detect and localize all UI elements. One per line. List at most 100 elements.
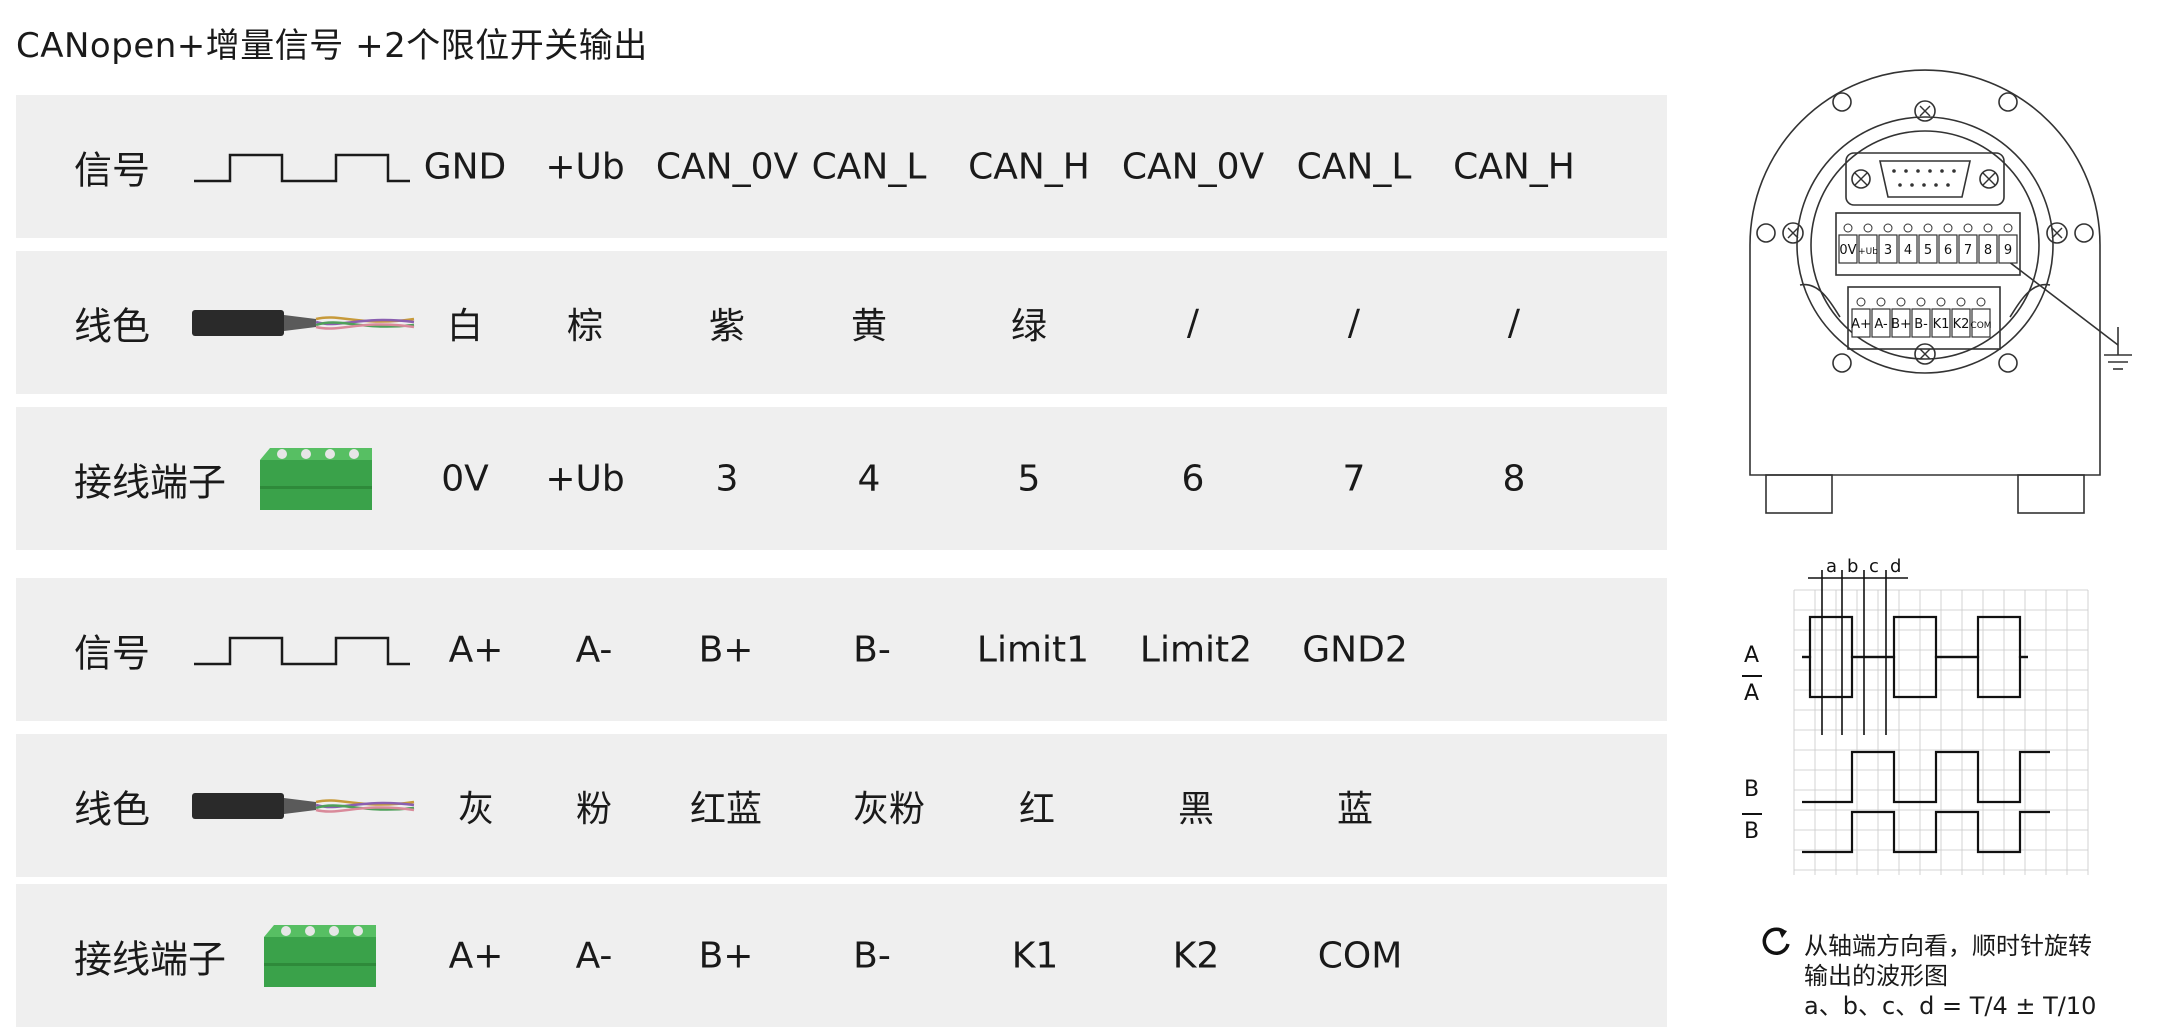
table2-row-wire-color: 线色 灰 粉 红蓝 灰粉 红 黑 蓝 bbox=[16, 734, 1667, 877]
terminal-label: 5 bbox=[1924, 243, 1932, 258]
row-label: 线色 bbox=[74, 304, 151, 348]
terminal-pin: A+ bbox=[1851, 297, 1871, 338]
terminal-pin: +Ub bbox=[1858, 223, 1878, 264]
table-cell: 7 bbox=[1342, 458, 1366, 499]
page-title: CANopen+增量信号 +2个限位开关输出 bbox=[16, 26, 648, 66]
terminal-pin: 0V bbox=[1838, 223, 1858, 264]
terminal-strip-top: 0V +Ub 3 4 5 6 7 8 9 bbox=[1838, 223, 2018, 264]
table2-row-signal: 信号 A+ A- B+ B- Limit1 Limit2 GND2 bbox=[16, 578, 1667, 721]
table-cell: 0V bbox=[441, 458, 489, 499]
table-cell: CAN_L bbox=[1296, 146, 1412, 187]
encoder-connector-drawing: 0V +Ub 3 4 5 6 7 8 9 A+ A- B+ B- K1 K2 COM bbox=[1749, 69, 2132, 514]
cable-icon bbox=[192, 792, 415, 819]
table-cell: K2 bbox=[1172, 935, 1220, 976]
table-cell: CAN_H bbox=[968, 146, 1090, 187]
table-cell: 绿 bbox=[1010, 305, 1048, 347]
terminal-pin: COM bbox=[1970, 297, 1992, 338]
terminal-block-icon bbox=[264, 924, 376, 987]
terminal-pin: 5 bbox=[1918, 223, 1938, 264]
phase-label: d bbox=[1890, 556, 1901, 577]
table-cell: B+ bbox=[698, 629, 754, 670]
phase-label: c bbox=[1869, 556, 1879, 577]
table-cell: A- bbox=[575, 629, 613, 670]
channel-label-a: A bbox=[1744, 643, 1759, 668]
terminal-strip-bottom: A+ A- B+ B- K1 K2 COM bbox=[1851, 297, 1992, 338]
channel-label-b-inverted: B bbox=[1744, 819, 1759, 844]
terminal-pin: K1 bbox=[1931, 297, 1951, 338]
table-cell: 紫 bbox=[708, 305, 746, 347]
table1-row-wire-color: 线色 白 棕 紫 黄 绿 / / / bbox=[16, 251, 1667, 394]
table-cell: CAN_H bbox=[1453, 146, 1575, 187]
terminal-pin: 7 bbox=[1958, 223, 1978, 264]
table-cell: / bbox=[1186, 302, 1200, 343]
table-cell: 8 bbox=[1502, 458, 1526, 499]
table-cell: / bbox=[1507, 302, 1521, 343]
terminal-label: K2 bbox=[1953, 317, 1970, 332]
terminal-label: +Ub bbox=[1858, 247, 1878, 257]
table-cell: 蓝 bbox=[1336, 788, 1374, 830]
table-cell: B- bbox=[853, 935, 891, 976]
terminal-label: 3 bbox=[1884, 243, 1892, 258]
terminal-pin: 6 bbox=[1938, 223, 1958, 264]
table-cell: 棕 bbox=[566, 305, 604, 347]
terminal-label: COM bbox=[1970, 321, 1991, 331]
square-wave-icon bbox=[194, 153, 410, 182]
table-cell: 6 bbox=[1181, 458, 1205, 499]
terminal-pin: 8 bbox=[1978, 223, 1998, 264]
terminal-label: B- bbox=[1914, 317, 1928, 332]
table-cell: CAN_0V bbox=[655, 146, 799, 187]
row-label: 线色 bbox=[74, 787, 151, 831]
terminal-pin: B- bbox=[1911, 297, 1931, 338]
table-cell: 黄 bbox=[850, 305, 888, 347]
table-cell: 黑 bbox=[1177, 788, 1215, 830]
terminal-label: 7 bbox=[1964, 243, 1972, 258]
table-cell: GND bbox=[423, 146, 507, 187]
terminal-pin: 3 bbox=[1878, 223, 1898, 264]
phase-label: b bbox=[1847, 556, 1858, 577]
terminal-label: 0V bbox=[1839, 243, 1856, 258]
terminal-pin: A- bbox=[1871, 297, 1891, 338]
table-cell: K1 bbox=[1011, 935, 1059, 976]
table-cell: +Ub bbox=[545, 146, 625, 187]
table-cell: B- bbox=[853, 629, 891, 670]
channel-label-a-inverted: A bbox=[1744, 681, 1759, 706]
table1-row-signal: 信号 GND +Ub CAN_0V CAN_L CAN_H CAN_0V CAN… bbox=[16, 95, 1667, 238]
terminal-label: B+ bbox=[1891, 317, 1911, 332]
table-cell: GND2 bbox=[1302, 629, 1408, 670]
wave-b bbox=[1802, 750, 2050, 804]
table-cell: 粉 bbox=[575, 788, 613, 830]
terminal-pin: 4 bbox=[1898, 223, 1918, 264]
terminal-label: 8 bbox=[1984, 243, 1992, 258]
table2-row-terminal: 接线端子 A+ A- B+ B- K1 K2 COM bbox=[16, 884, 1667, 1027]
table-cell: Limit1 bbox=[976, 629, 1090, 670]
table-cell: 灰粉 bbox=[852, 788, 926, 830]
table-cell: B+ bbox=[698, 935, 754, 976]
table1-row-terminal: 接线端子 0V +Ub 3 4 5 6 7 8 bbox=[16, 407, 1667, 550]
table-cell: Limit2 bbox=[1139, 629, 1253, 670]
table-cell: A- bbox=[575, 935, 613, 976]
rotation-arrow-icon bbox=[1762, 927, 1790, 955]
table-cell: A+ bbox=[448, 935, 504, 976]
table-cell: / bbox=[1347, 302, 1361, 343]
phase-label: a bbox=[1826, 556, 1837, 577]
terminal-block-icon bbox=[260, 447, 372, 510]
terminal-label: A- bbox=[1874, 317, 1888, 332]
terminal-pin: B+ bbox=[1891, 297, 1911, 338]
terminal-pin: K2 bbox=[1951, 297, 1971, 338]
row-label: 信号 bbox=[74, 631, 151, 675]
terminal-pin: 9 bbox=[1998, 223, 2018, 264]
note-phase-formula: a、b、c、d = T/4 ± T/10 bbox=[1804, 992, 2097, 1020]
row-label: 接线端子 bbox=[74, 937, 227, 981]
terminal-label: A+ bbox=[1851, 317, 1871, 332]
table-cell: A+ bbox=[448, 629, 504, 670]
table-cell: +Ub bbox=[545, 458, 625, 499]
table-cell: 红蓝 bbox=[689, 788, 763, 830]
channel-label-b: B bbox=[1744, 777, 1759, 802]
table-cell: CAN_L bbox=[811, 146, 927, 187]
row-label: 接线端子 bbox=[74, 460, 227, 504]
cable-icon bbox=[192, 309, 415, 336]
terminal-label: 4 bbox=[1904, 243, 1912, 258]
square-wave-icon bbox=[194, 636, 410, 665]
terminal-label: 9 bbox=[2004, 243, 2012, 258]
table-cell: 3 bbox=[715, 458, 739, 499]
